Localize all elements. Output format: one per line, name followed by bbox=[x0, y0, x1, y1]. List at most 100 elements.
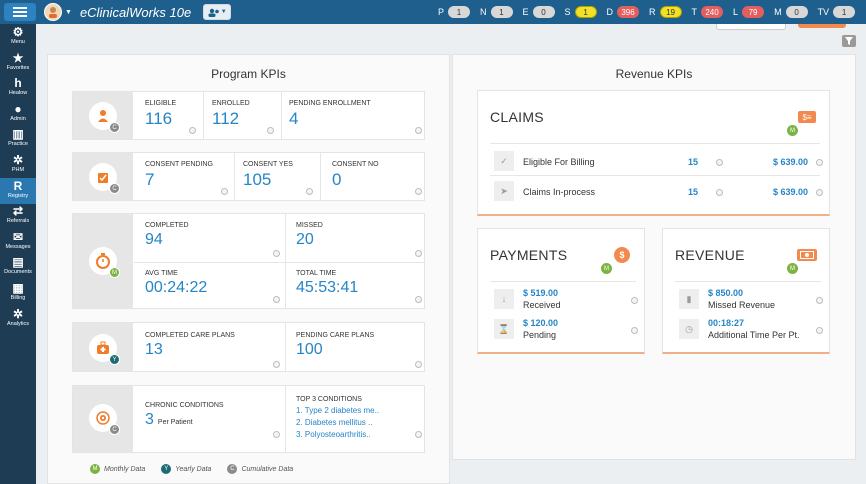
counter-badge[interactable]: 0 bbox=[785, 6, 808, 18]
info-icon[interactable] bbox=[816, 189, 823, 196]
info-icon[interactable] bbox=[273, 296, 280, 303]
counter-e[interactable]: E0 bbox=[523, 6, 555, 18]
sidebar-item-billing[interactable]: ▦ Billing bbox=[0, 280, 36, 306]
sidebar-item-referrals[interactable]: ⇄ Referrals bbox=[0, 203, 36, 229]
info-icon[interactable] bbox=[189, 127, 196, 134]
counter-letter: L bbox=[733, 7, 739, 17]
counter-badge[interactable]: 1 bbox=[833, 6, 856, 18]
missed-value[interactable]: 20 bbox=[296, 231, 323, 249]
claims-row[interactable]: ➤ Claims In-process 15 $ 639.00 bbox=[494, 179, 824, 205]
user-avatar[interactable] bbox=[44, 3, 62, 21]
sidebar-item-analytics[interactable]: ✲ Analytics bbox=[0, 306, 36, 332]
eligible-value[interactable]: 116 bbox=[145, 109, 176, 129]
info-icon[interactable] bbox=[631, 297, 638, 304]
condition-link-2[interactable]: 2. Diabetes mellitus .. bbox=[296, 417, 379, 429]
sidebar-item-registry[interactable]: R Registry bbox=[0, 177, 36, 204]
info-icon[interactable] bbox=[415, 361, 422, 368]
consent-no-value[interactable]: 0 bbox=[332, 170, 379, 190]
sidebar-item-admin[interactable]: ● Admin bbox=[0, 101, 36, 127]
sidebar-item-favorites[interactable]: ★ Favorites bbox=[0, 50, 36, 76]
payment-row-amount[interactable]: $ 120.00 bbox=[523, 318, 558, 328]
pending-enrollment-value[interactable]: 4 bbox=[289, 109, 371, 129]
consent-pending-value[interactable]: 7 bbox=[145, 170, 213, 190]
counter-letter: S bbox=[564, 7, 571, 17]
claims-row-count[interactable]: 15 bbox=[688, 157, 698, 167]
pending-care-plans-value[interactable]: 100 bbox=[296, 341, 374, 359]
counter-d[interactable]: D 396 bbox=[607, 6, 640, 18]
info-icon[interactable] bbox=[415, 127, 422, 134]
condition-link-3[interactable]: 3. Polyosteoarthritis.. bbox=[296, 429, 379, 441]
sidebar-item-menu[interactable]: ⚙ Menu bbox=[0, 24, 36, 50]
counter-badge[interactable]: 1 bbox=[448, 6, 471, 18]
consent-yes-value[interactable]: 105 bbox=[243, 170, 293, 190]
info-icon[interactable] bbox=[415, 188, 422, 195]
sidebar-item-documents[interactable]: ▤ Documents bbox=[0, 254, 36, 280]
counter-n[interactable]: N1 bbox=[480, 6, 513, 18]
sidebar-item-phm[interactable]: ✲ PHM bbox=[0, 152, 36, 178]
counter-p[interactable]: P1 bbox=[438, 6, 471, 18]
condition-link-1[interactable]: 1. Type 2 diabetes me.. bbox=[296, 405, 379, 417]
top-dropdown-edge[interactable] bbox=[716, 24, 786, 30]
info-icon[interactable] bbox=[816, 159, 823, 166]
time-kpi-row: M COMPLETED 94 MISSED 20 AVG TIME 00:24:22 … bbox=[72, 213, 425, 309]
info-icon[interactable] bbox=[816, 297, 823, 304]
payment-row-label: Pending bbox=[523, 330, 557, 340]
counter-tv[interactable]: TV 1 bbox=[818, 6, 856, 18]
completed-value[interactable]: 94 bbox=[145, 231, 189, 249]
yearly-legend-icon: Y bbox=[161, 464, 172, 474]
info-icon[interactable] bbox=[221, 188, 228, 195]
counter-s[interactable]: S1 bbox=[565, 6, 597, 18]
counter-badge[interactable]: 1 bbox=[574, 6, 597, 18]
claims-row-amount[interactable]: $ 639.00 bbox=[773, 157, 808, 167]
info-icon[interactable] bbox=[306, 188, 313, 195]
enrolled-value[interactable]: 112 bbox=[212, 109, 250, 129]
payment-row[interactable]: ⌛ $ 120.00 Pending bbox=[494, 317, 640, 343]
info-icon[interactable] bbox=[816, 327, 823, 334]
claims-row-amount[interactable]: $ 639.00 bbox=[773, 187, 808, 197]
counter-l[interactable]: L 79 bbox=[733, 6, 765, 18]
avatar-caret-icon[interactable]: ▼ bbox=[65, 9, 72, 16]
claims-row-count[interactable]: 15 bbox=[688, 187, 698, 197]
revenue-row[interactable]: ▮ $ 850.00 Missed Revenue bbox=[679, 287, 825, 313]
arrows-icon: ⇄ bbox=[12, 204, 24, 219]
info-icon[interactable] bbox=[415, 431, 422, 438]
info-icon[interactable] bbox=[716, 189, 723, 196]
claims-row[interactable]: ✓ Eligible For Billing 15 $ 639.00 bbox=[494, 149, 824, 175]
chronic-conditions-value[interactable]: 3 bbox=[145, 411, 154, 429]
total-time-value[interactable]: 45:53:41 bbox=[296, 279, 358, 297]
hamburger-menu-button[interactable] bbox=[4, 3, 36, 21]
counter-m[interactable]: M0 bbox=[774, 6, 808, 18]
counter-badge[interactable]: 19 bbox=[659, 6, 682, 18]
counter-r[interactable]: R 19 bbox=[649, 6, 682, 18]
top-orange-button-edge[interactable] bbox=[798, 24, 846, 28]
info-icon[interactable] bbox=[415, 250, 422, 257]
info-icon[interactable] bbox=[273, 431, 280, 438]
info-icon[interactable] bbox=[273, 361, 280, 368]
info-icon[interactable] bbox=[267, 127, 274, 134]
filter-button[interactable] bbox=[842, 35, 856, 47]
document-icon: ▤ bbox=[12, 255, 24, 270]
completed-care-plans-value[interactable]: 13 bbox=[145, 341, 235, 359]
counter-badge[interactable]: 396 bbox=[617, 6, 640, 18]
conditions-kpi-row: C CHRONIC CONDITIONS 3 Per Patient TOP 3… bbox=[72, 385, 425, 453]
sidebar-item-messages[interactable]: ✉ Messages bbox=[0, 229, 36, 255]
revenue-row-amount[interactable]: $ 850.00 bbox=[708, 288, 743, 298]
revenue-row[interactable]: ◷ 00:18:27 Additional Time Per Pt. bbox=[679, 317, 825, 343]
sidebar-item-healow[interactable]: h Healow bbox=[0, 75, 36, 101]
info-icon[interactable] bbox=[415, 296, 422, 303]
payment-row-amount[interactable]: $ 519.00 bbox=[523, 288, 558, 298]
revenue-row-amount[interactable]: 00:18:27 bbox=[708, 318, 744, 328]
avg-time-value[interactable]: 00:24:22 bbox=[145, 279, 207, 297]
info-icon[interactable] bbox=[273, 250, 280, 257]
payment-row[interactable]: ↓ $ 519.00 Received bbox=[494, 287, 640, 313]
billing-icon: ▦ bbox=[12, 281, 24, 295]
user-switch-button[interactable]: ▼ bbox=[203, 4, 232, 20]
counter-badge[interactable]: 240 bbox=[701, 6, 724, 18]
info-icon[interactable] bbox=[631, 327, 638, 334]
sidebar-item-practice[interactable]: ▥ Practice bbox=[0, 126, 36, 152]
counter-badge[interactable]: 0 bbox=[532, 6, 555, 18]
counter-badge[interactable]: 1 bbox=[490, 6, 513, 18]
counter-t[interactable]: T 240 bbox=[692, 6, 724, 18]
counter-badge[interactable]: 79 bbox=[742, 6, 765, 18]
info-icon[interactable] bbox=[716, 159, 723, 166]
